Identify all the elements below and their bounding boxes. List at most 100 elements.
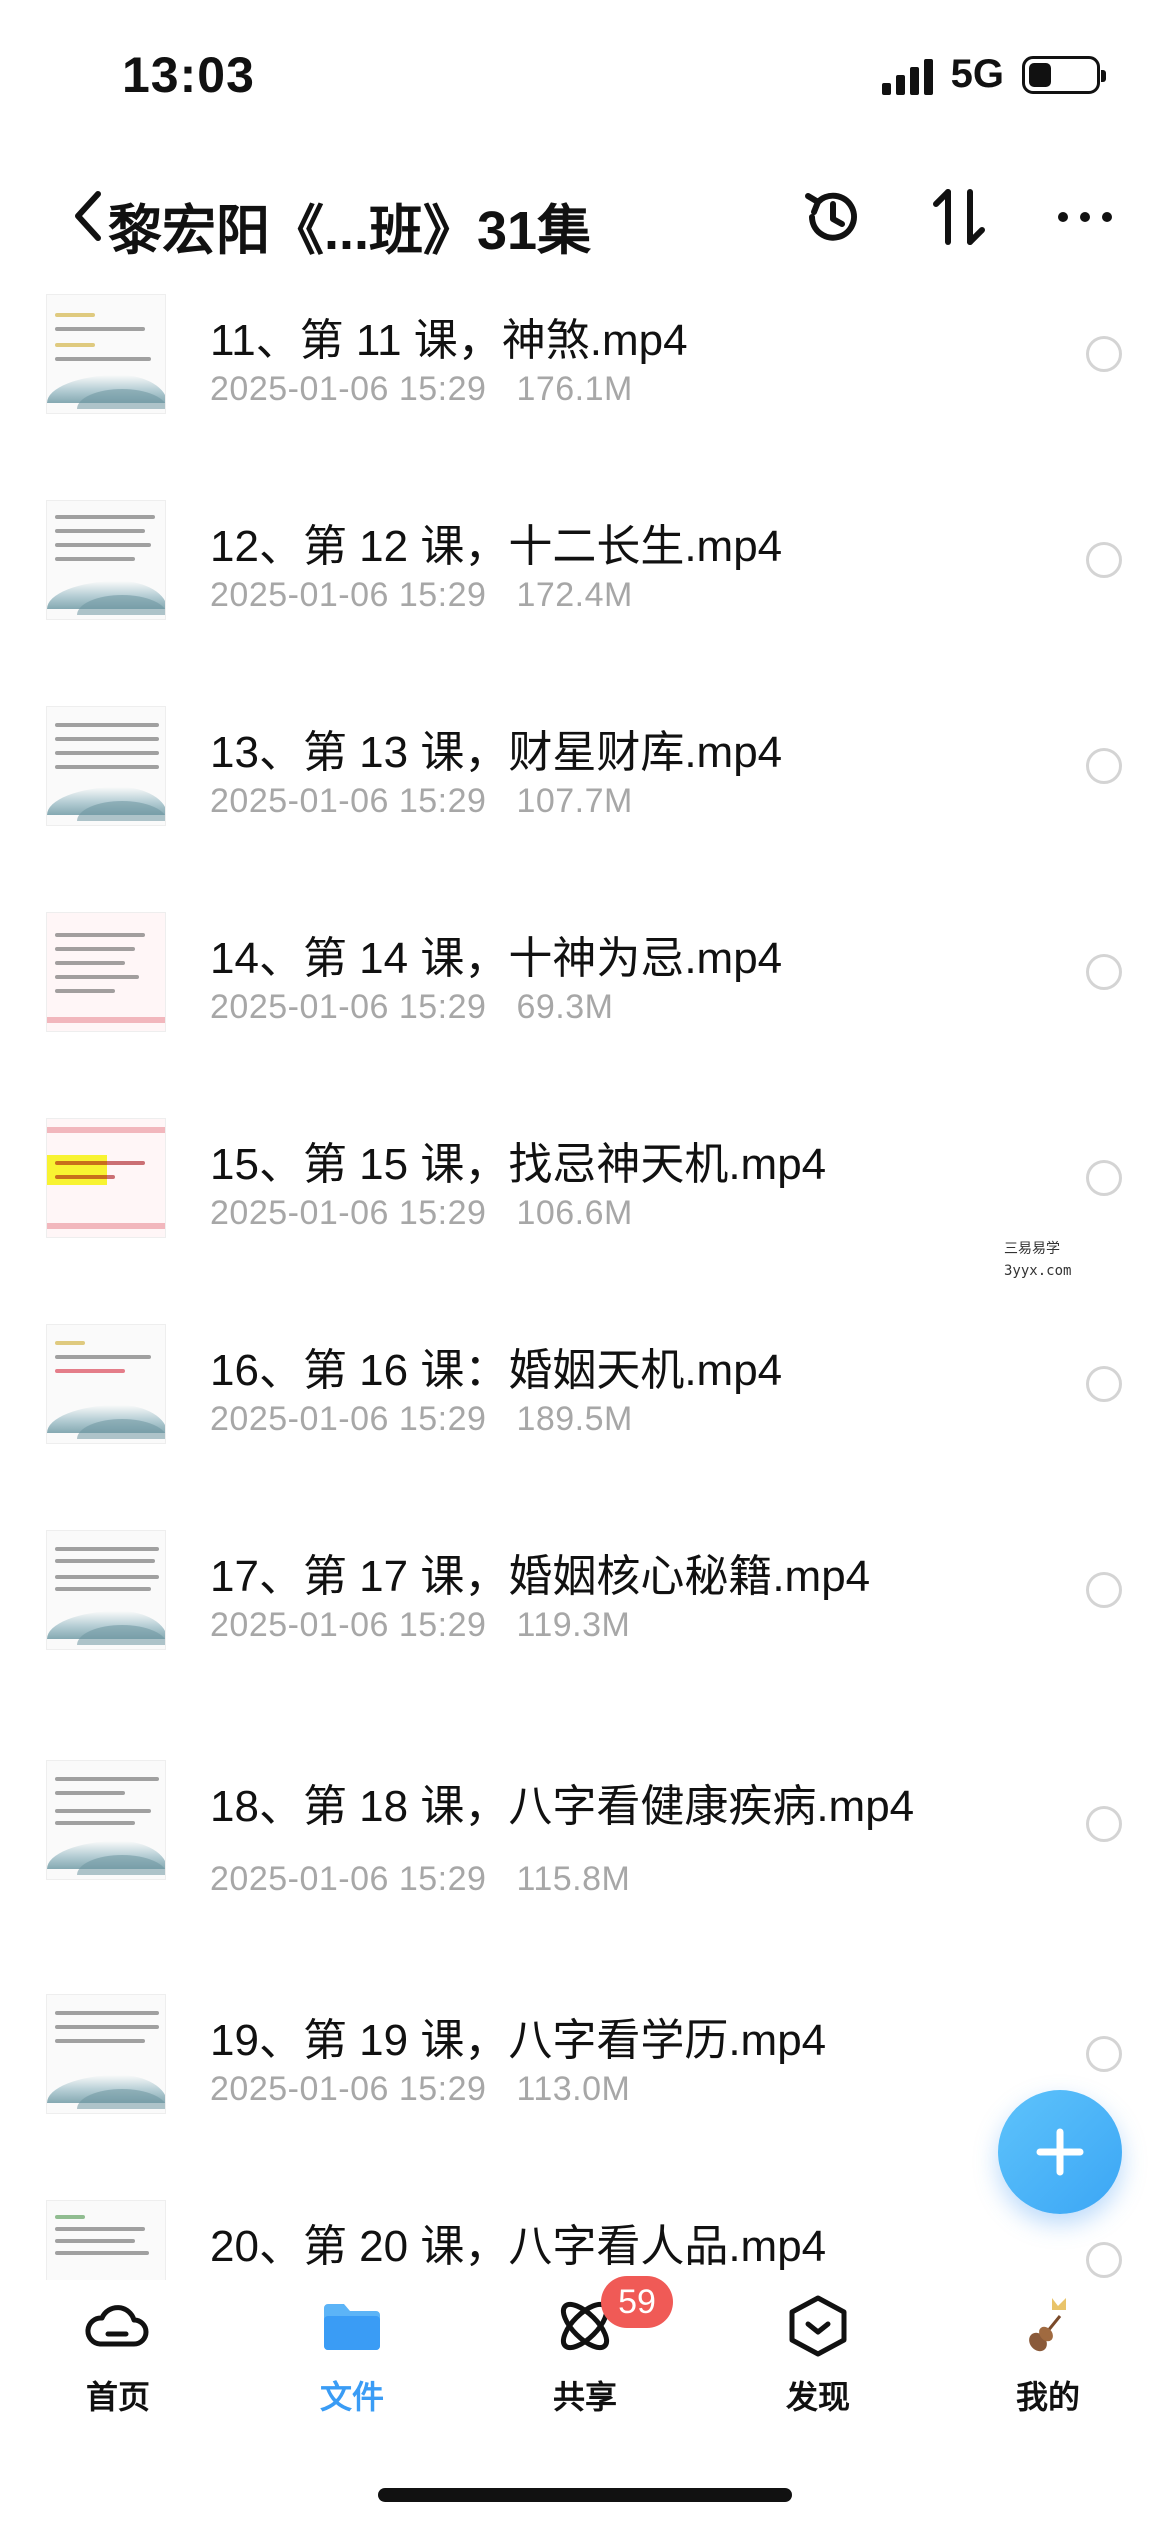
file-name: 18、第 18 课，八字看健康疾病.mp4 [210, 1782, 915, 1831]
file-row[interactable]: 18、第 18 课，八字看健康疾病.mp4 2025-01-06 15:29 11… [0, 1746, 1170, 1966]
file-name: 20、第 20 课，八字看人品.mp4 [210, 2222, 827, 2271]
video-thumbnail [46, 1530, 166, 1650]
file-meta: 2025-01-06 15:29 176.1M [210, 370, 633, 409]
select-radio[interactable] [1086, 748, 1122, 784]
page-title: 黎宏阳《...班》31集 [108, 201, 592, 261]
file-meta: 2025-01-06 15:29 107.7M [210, 782, 633, 821]
sort-button[interactable] [924, 182, 994, 252]
video-thumbnail [46, 1994, 166, 2114]
select-radio[interactable] [1086, 2242, 1122, 2278]
file-row[interactable]: 20、第 20 课，八字看人品.mp4 [0, 2186, 1170, 2280]
status-bar: 13:03 5G [0, 0, 1170, 160]
nav-bar: 黎宏阳《...班》31集 [0, 160, 1170, 280]
file-row[interactable]: 16、第 16 课：婚姻天机.mp4 2025-01-06 15:29 189.5… [0, 1310, 1170, 1510]
tab-home[interactable]: 首页 [38, 2290, 198, 2420]
video-thumbnail [46, 1760, 166, 1880]
network-type: 5G [950, 52, 1004, 96]
tab-discover[interactable]: 发现 [738, 2290, 898, 2420]
battery-icon [1022, 55, 1106, 94]
file-row[interactable]: 15、第 15 课，找忌神天机.mp4 2025-01-06 15:29 106.… [0, 1104, 1170, 1304]
avatar [1029, 2298, 1066, 2352]
file-size: 176.1M [516, 370, 633, 408]
file-size: 172.4M [516, 576, 633, 614]
video-thumbnail [46, 1118, 166, 1238]
file-date: 2025-01-06 15:29 [210, 2070, 487, 2108]
file-name: 12、第 12 课，十二长生.mp4 [210, 522, 783, 571]
file-size: 115.8M [516, 1860, 631, 1898]
file-date: 2025-01-06 15:29 [210, 1606, 487, 1644]
video-thumbnail [46, 294, 166, 414]
tab-files[interactable]: 文件 [272, 2290, 432, 2420]
share-badge: 59 [601, 2276, 673, 2328]
add-button[interactable] [998, 2090, 1122, 2214]
file-name: 17、第 17 课，婚姻核心秘籍.mp4 [210, 1552, 871, 1601]
video-thumbnail [46, 500, 166, 620]
tab-mine[interactable]: 我的 [968, 2290, 1128, 2420]
select-radio[interactable] [1086, 542, 1122, 578]
watermark: 三易易学 3yyx.com [1004, 1241, 1072, 1279]
file-size: 69.3M [516, 988, 614, 1026]
file-date: 2025-01-06 15:29 [210, 988, 487, 1026]
file-list: 11、第 11 课，神煞.mp4 2025-01-06 15:29 176.1M … [0, 280, 1170, 2280]
file-row[interactable]: 17、第 17 课，婚姻核心秘籍.mp4 2025-01-06 15:29 119… [0, 1516, 1170, 1716]
file-row[interactable]: 13、第 13 课，财星财库.mp4 2025-01-06 15:29 107.7… [0, 692, 1170, 892]
file-meta: 2025-01-06 15:29 113.0M [210, 2070, 630, 2109]
video-thumbnail [46, 2200, 166, 2280]
file-row[interactable]: 12、第 12 课，十二长生.mp4 2025-01-06 15:29 172.4… [0, 486, 1170, 686]
file-size: 107.7M [516, 782, 633, 820]
status-time: 13:03 [122, 47, 255, 103]
file-meta: 2025-01-06 15:29 119.3M [210, 1606, 630, 1645]
cloud-icon [85, 2305, 149, 2347]
file-meta: 2025-01-06 15:29 115.8M [210, 1860, 630, 1899]
file-name: 14、第 14 课，十神为忌.mp4 [210, 934, 783, 983]
video-thumbnail [46, 1324, 166, 1444]
file-name: 11、第 11 课，神煞.mp4 [210, 316, 688, 365]
file-size: 189.5M [516, 1400, 633, 1438]
video-thumbnail [46, 912, 166, 1032]
more-button[interactable] [1050, 182, 1120, 252]
select-radio[interactable] [1086, 1806, 1122, 1842]
share-icon-wrap: 59 [549, 2276, 673, 2362]
file-date: 2025-01-06 15:29 [210, 1400, 487, 1438]
file-name: 15、第 15 课，找忌神天机.mp4 [210, 1140, 827, 1189]
select-radio[interactable] [1086, 1366, 1122, 1402]
file-date: 2025-01-06 15:29 [210, 1194, 487, 1232]
tab-label: 共享 [552, 2379, 617, 2415]
select-radio[interactable] [1086, 1160, 1122, 1196]
tab-label: 首页 [85, 2379, 150, 2415]
back-icon[interactable] [68, 184, 108, 248]
tab-label: 文件 [319, 2379, 384, 2415]
sort-icon [933, 189, 985, 245]
history-icon [805, 192, 857, 241]
folder-icon [324, 2304, 380, 2350]
file-row[interactable]: 11、第 11 课，神煞.mp4 2025-01-06 15:29 176.1M [0, 280, 1170, 480]
file-size: 106.6M [516, 1194, 633, 1232]
file-name: 13、第 13 课，财星财库.mp4 [210, 728, 783, 777]
tab-label: 发现 [785, 2379, 850, 2415]
tab-label: 我的 [1015, 2379, 1080, 2415]
select-radio[interactable] [1086, 1572, 1122, 1608]
nav-actions [798, 182, 1120, 252]
file-row[interactable]: 14、第 14 课，十神为忌.mp4 2025-01-06 15:29 69.3M [0, 898, 1170, 1098]
status-indicators: 5G [881, 52, 1106, 97]
file-meta: 2025-01-06 15:29 172.4M [210, 576, 633, 615]
file-date: 2025-01-06 15:29 [210, 1860, 487, 1898]
file-meta: 2025-01-06 15:29 106.6M [210, 1194, 633, 1233]
file-name: 19、第 19 课，八字看学历.mp4 [210, 2016, 827, 2065]
signal-icon [881, 55, 933, 95]
tab-share[interactable]: 59 共享 [505, 2276, 673, 2420]
file-size: 113.0M [516, 2070, 631, 2108]
select-radio[interactable] [1086, 954, 1122, 990]
home-indicator [378, 2488, 792, 2502]
discover-icon [789, 2295, 847, 2357]
file-name: 16、第 16 课：婚姻天机.mp4 [210, 1346, 783, 1395]
select-radio[interactable] [1086, 336, 1122, 372]
file-meta: 2025-01-06 15:29 69.3M [210, 988, 613, 1027]
plus-icon [1036, 2128, 1084, 2176]
select-radio[interactable] [1086, 2036, 1122, 2072]
history-button[interactable] [798, 182, 868, 252]
tab-bar: 首页 文件 59 共享 发现 我的 [0, 2276, 1170, 2420]
file-row[interactable]: 19、第 19 课，八字看学历.mp4 2025-01-06 15:29 113.… [0, 1980, 1170, 2180]
file-meta: 2025-01-06 15:29 189.5M [210, 1400, 633, 1439]
more-icon [1058, 212, 1112, 222]
